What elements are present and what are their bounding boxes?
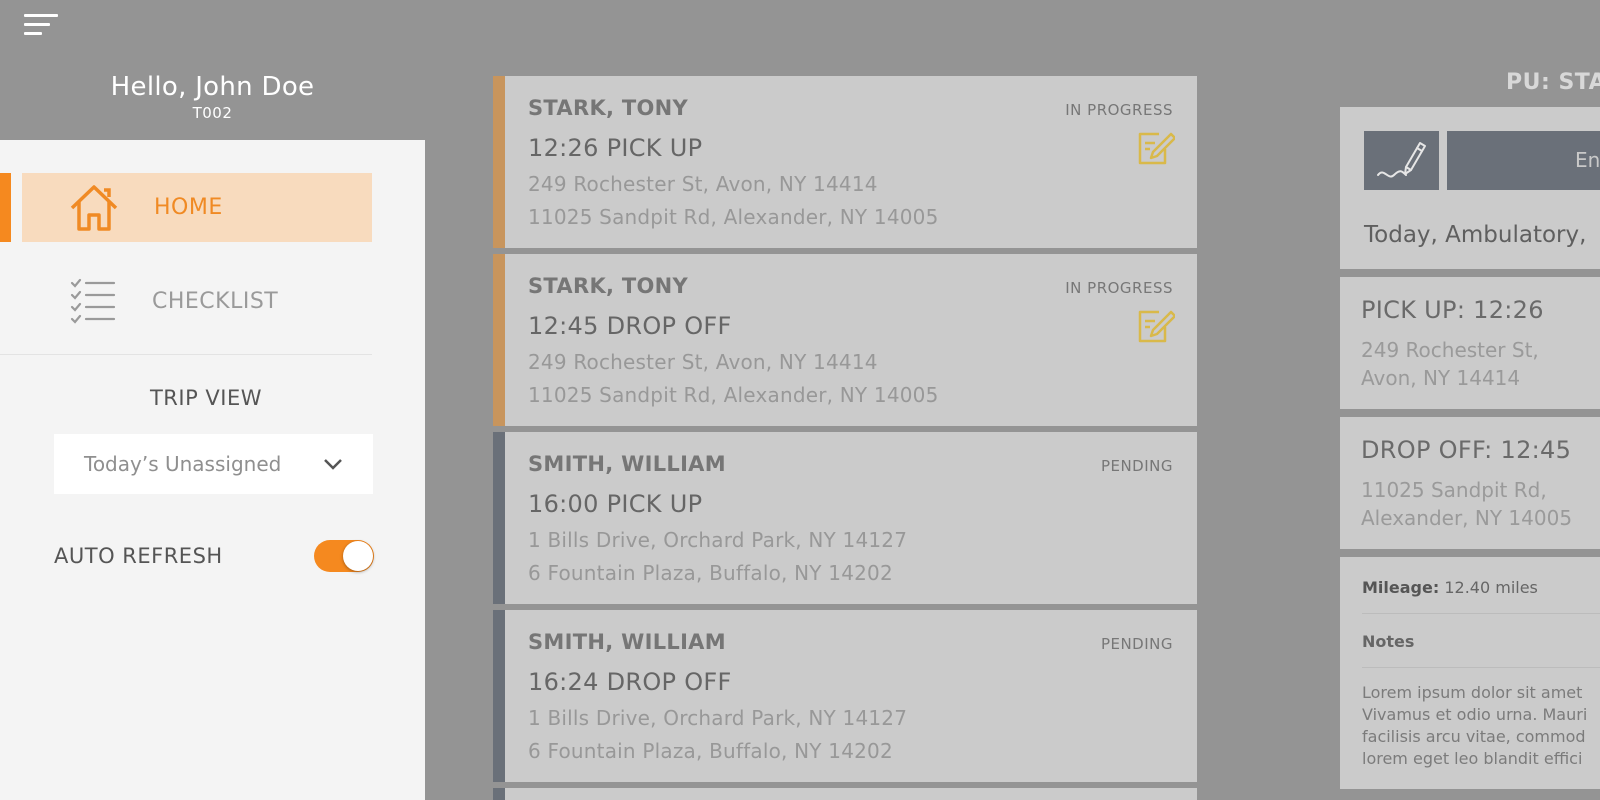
divider bbox=[1362, 667, 1600, 668]
passenger-name: SMITH, WILLIAM bbox=[528, 630, 726, 654]
mileage-value: 12.40 miles bbox=[1444, 578, 1538, 597]
menu-icon[interactable] bbox=[24, 14, 58, 40]
edit-note-icon[interactable] bbox=[1137, 306, 1177, 344]
status-badge: PENDING bbox=[1100, 635, 1173, 653]
trip-view-selected: Today’s Unassigned bbox=[84, 452, 282, 476]
sidebar-item-checklist[interactable]: CHECKLIST bbox=[22, 266, 372, 336]
active-nav-indicator bbox=[0, 173, 11, 242]
passenger-name: SMITH, WILLIAM bbox=[528, 452, 726, 476]
trip-time: 16:24 DROP OFF bbox=[528, 668, 732, 696]
trip-view-select[interactable]: Today’s Unassigned bbox=[54, 434, 373, 494]
notes-text: Lorem ipsum dolor sit amet Vivamus et od… bbox=[1362, 683, 1588, 768]
pickup-address: 249 Rochester St, Avon, NY 14414 bbox=[1361, 338, 1539, 390]
status-bar bbox=[493, 788, 505, 800]
status-bar bbox=[493, 432, 505, 604]
home-icon bbox=[68, 182, 120, 234]
address-to: 6 Fountain Plaza, Buffalo, NY 14202 bbox=[528, 739, 893, 763]
sidebar-divider bbox=[0, 354, 372, 355]
passenger-name: STARK, TONY bbox=[528, 96, 689, 120]
checklist-icon bbox=[70, 278, 116, 324]
auto-refresh-label: AUTO REFRESH bbox=[54, 544, 223, 568]
address-to: 11025 Sandpit Rd, Alexander, NY 14005 bbox=[528, 383, 939, 407]
mileage-row: Mileage: 12.40 miles bbox=[1362, 578, 1538, 597]
enter-button[interactable]: En bbox=[1447, 131, 1600, 190]
trip-summary: Today, Ambulatory, bbox=[1364, 222, 1587, 248]
sidebar-header: Hello, John Doe T002 bbox=[0, 70, 425, 140]
pickup-heading: PICK UP: 12:26 bbox=[1361, 296, 1544, 324]
signature-pen-icon bbox=[1376, 137, 1428, 185]
divider bbox=[1362, 613, 1600, 614]
status-badge: PENDING bbox=[1100, 457, 1173, 475]
dropoff-heading: DROP OFF: 12:45 bbox=[1361, 436, 1572, 464]
trip-view-label: TRIP VIEW bbox=[149, 386, 263, 410]
trip-time: 12:45 DROP OFF bbox=[528, 312, 732, 340]
sidebar-item-label: HOME bbox=[154, 195, 223, 220]
trip-card[interactable]: SMITH, WILLIAM PENDING 16:24 DROP OFF 1 … bbox=[493, 610, 1197, 782]
trip-card[interactable]: STARK, TONY IN PROGRESS 12:26 PICK UP 24… bbox=[493, 76, 1197, 248]
notes-label: Notes bbox=[1362, 632, 1415, 651]
edit-note-icon[interactable] bbox=[1137, 128, 1177, 166]
address-from: 249 Rochester St, Avon, NY 14414 bbox=[528, 350, 878, 374]
dropoff-address: 11025 Sandpit Rd, Alexander, NY 14005 bbox=[1361, 478, 1573, 530]
trip-time: 12:26 PICK UP bbox=[528, 134, 703, 162]
address-to: 6 Fountain Plaza, Buffalo, NY 14202 bbox=[528, 561, 893, 585]
status-bar bbox=[493, 76, 505, 248]
auto-refresh-toggle[interactable] bbox=[314, 540, 374, 572]
signature-button[interactable] bbox=[1364, 131, 1439, 190]
address-from: 1 Bills Drive, Orchard Park, NY 14127 bbox=[528, 706, 908, 730]
status-badge: IN PROGRESS bbox=[1065, 279, 1173, 297]
trip-time: 16:00 PICK UP bbox=[528, 490, 703, 518]
mileage-label: Mileage: bbox=[1362, 578, 1440, 597]
address-from: 1 Bills Drive, Orchard Park, NY 14127 bbox=[528, 528, 908, 552]
toggle-knob bbox=[343, 541, 373, 571]
sidebar-item-home[interactable]: HOME bbox=[22, 173, 372, 242]
driver-code: T002 bbox=[192, 104, 233, 122]
chevron-down-icon bbox=[323, 455, 343, 474]
sidebar-item-label: CHECKLIST bbox=[152, 288, 279, 314]
passenger-name: STARK, TONY bbox=[528, 274, 689, 298]
status-badge: IN PROGRESS bbox=[1065, 101, 1173, 119]
detail-title: PU: STA bbox=[1506, 70, 1600, 95]
status-bar bbox=[493, 254, 505, 426]
trip-card[interactable]: STARK, TONY IN PROGRESS 12:45 DROP OFF 2… bbox=[493, 254, 1197, 426]
status-bar bbox=[493, 610, 505, 782]
address-from: 249 Rochester St, Avon, NY 14414 bbox=[528, 172, 878, 196]
address-to: 11025 Sandpit Rd, Alexander, NY 14005 bbox=[528, 205, 939, 229]
trip-card[interactable] bbox=[493, 788, 1197, 800]
greeting-text: Hello, John Doe bbox=[110, 72, 315, 102]
trip-card[interactable]: SMITH, WILLIAM PENDING 16:00 PICK UP 1 B… bbox=[493, 432, 1197, 604]
